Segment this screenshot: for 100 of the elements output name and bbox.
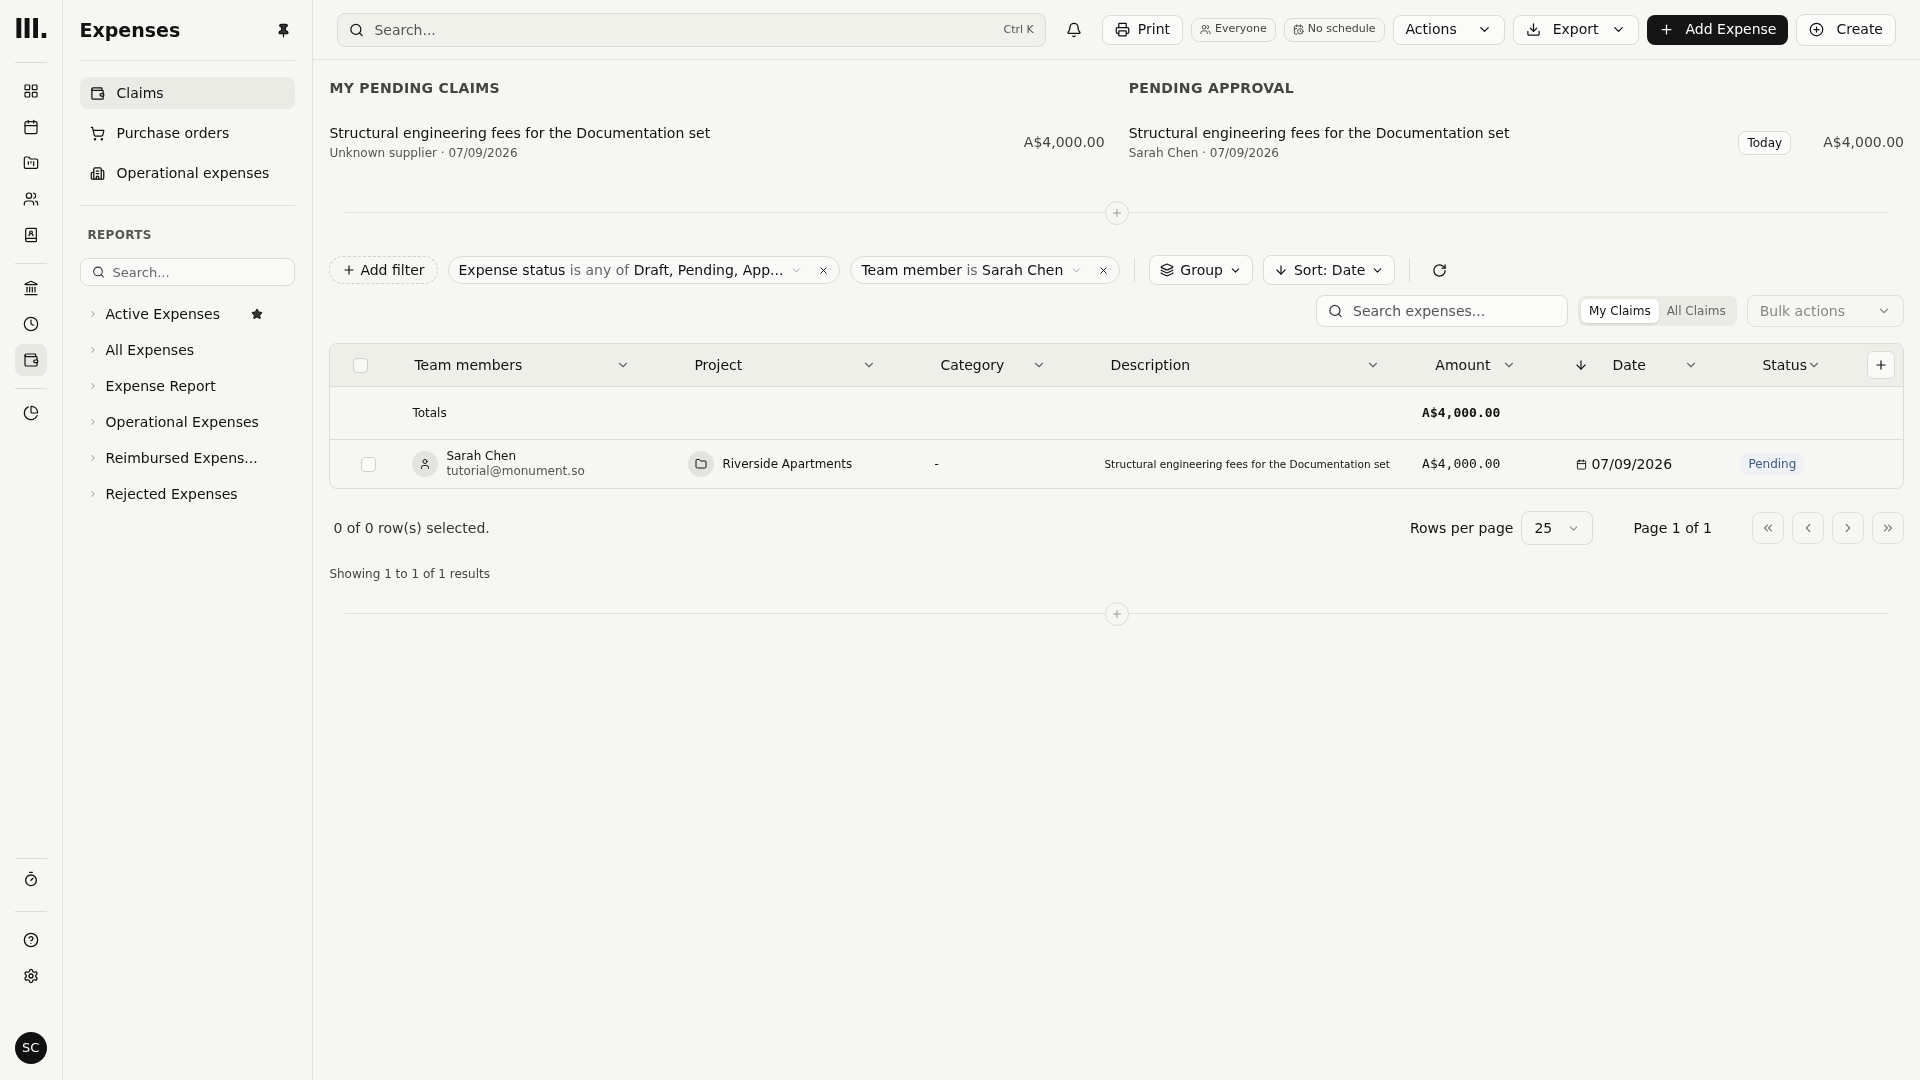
close-icon[interactable] <box>818 264 830 276</box>
last-page-icon <box>1881 521 1895 535</box>
sidebar-title: Expenses <box>79 17 181 43</box>
layers-icon <box>1160 263 1175 277</box>
column-header[interactable]: Team members <box>414 354 523 376</box>
member-email: tutorial@monument.so <box>446 464 585 479</box>
notification-icon[interactable] <box>1065 21 1082 38</box>
wallet-icon <box>89 85 105 101</box>
pie-chart-icon <box>22 405 39 421</box>
help-icon[interactable] <box>22 932 39 948</box>
star-icon[interactable] <box>251 308 264 320</box>
users-icon <box>22 191 39 207</box>
section-heading: MY PENDING CLAIMS <box>329 79 501 98</box>
group-button[interactable]: Group <box>1149 255 1253 285</box>
user-avatar[interactable]: SC <box>14 1032 47 1064</box>
search-icon <box>91 265 105 279</box>
plus-icon <box>1874 358 1888 372</box>
claim-title[interactable]: Structural engineering fees for the Documentation set <box>1128 123 1739 144</box>
clock-icon <box>22 316 39 332</box>
sidebar-item[interactable]: Purchase orders <box>79 117 296 149</box>
sidebar-item[interactable]: Claims <box>79 77 296 109</box>
folder-icon <box>22 155 39 171</box>
plus-icon <box>342 263 357 277</box>
column-header[interactable]: Amount <box>1435 354 1491 376</box>
select-all-checkbox[interactable] <box>353 357 369 373</box>
contact-book-icon <box>22 227 39 243</box>
folder-icon <box>688 451 715 477</box>
reset-icon[interactable] <box>1432 262 1448 278</box>
add-column-button[interactable] <box>1867 351 1895 379</box>
calendar-clock-icon <box>1292 24 1304 35</box>
totals-amount: A$4,000.00 <box>1422 404 1501 423</box>
avatar-icon <box>412 451 439 477</box>
close-icon[interactable] <box>1098 264 1110 276</box>
search-field[interactable]: Search... <box>79 258 296 286</box>
report-item[interactable]: Expense Report <box>105 375 216 397</box>
selection-count: 0 of 0 row(s) selected. <box>332 518 490 538</box>
create-button[interactable]: Create <box>1796 13 1896 46</box>
actions-button[interactable]: Actions <box>1392 14 1505 45</box>
shortcut-hint: Ctrl K <box>1003 21 1034 38</box>
page-indicator: Page 1 of 1 <box>1633 518 1712 538</box>
category-cell: - <box>934 457 939 471</box>
claim-meta: Sarah Chen · 07/09/2026 <box>1128 145 1280 162</box>
export-button[interactable]: Export <box>1512 14 1639 45</box>
claim-amount: A$4,000.00 <box>1023 133 1105 152</box>
column-header[interactable]: Project <box>694 354 743 376</box>
schedule-button[interactable]: No schedule <box>1283 17 1385 42</box>
app-logo[interactable]: III. <box>13 16 48 42</box>
amount-cell-text: A$4,000.00 <box>1422 455 1501 474</box>
calendar-icon <box>1576 458 1588 470</box>
printer-icon <box>1114 22 1130 37</box>
timer-icon[interactable] <box>22 871 39 887</box>
section-heading: PENDING APPROVAL <box>1128 79 1296 98</box>
rail-button[interactable] <box>14 344 47 376</box>
claim-title[interactable]: Structural engineering fees for the Documentation set <box>329 123 1024 144</box>
print-button[interactable]: Print <box>1101 14 1184 45</box>
users-icon <box>1200 24 1212 35</box>
wallet-icon <box>22 352 39 368</box>
report-item[interactable]: Operational Expenses <box>105 411 259 433</box>
claim-amount: A$4,000.00 <box>1823 133 1904 152</box>
plus-icon <box>1658 22 1674 37</box>
plus-circle-icon <box>1809 22 1825 37</box>
column-header[interactable]: Status <box>1762 354 1807 376</box>
section-heading: REPORTS <box>86 227 153 244</box>
add-expense-button[interactable]: Add Expense <box>1646 14 1789 45</box>
pagination-button[interactable] <box>1872 512 1904 544</box>
claim-meta: Unknown supplier · 07/09/2026 <box>329 145 519 162</box>
plus-icon <box>1110 207 1123 219</box>
settings-icon[interactable] <box>22 968 39 984</box>
grid-icon <box>22 83 39 99</box>
report-item[interactable]: Rejected Expenses <box>105 483 238 505</box>
claims-toggle[interactable]: All Claims <box>1658 299 1734 323</box>
report-item[interactable]: Reimbursed Expens... <box>105 447 258 469</box>
date-cell-text: 07/09/2026 <box>1591 454 1673 474</box>
column-header[interactable]: Description <box>1110 354 1191 376</box>
pin-icon[interactable] <box>276 22 292 38</box>
column-header[interactable]: Category <box>940 354 1005 376</box>
bank-icon <box>22 280 39 296</box>
column-header[interactable]: Date <box>1612 354 1646 376</box>
date-badge: Today <box>1738 130 1792 155</box>
calendar-icon <box>22 119 39 135</box>
description-cell: Structural engineering fees for the Documentation set <box>1104 458 1390 470</box>
pagination-button[interactable] <box>1752 512 1784 544</box>
status-badge: Pending <box>1740 453 1805 475</box>
row-checkbox[interactable] <box>361 456 377 472</box>
building-icon <box>89 165 105 181</box>
sidebar-item[interactable]: Operational expenses <box>79 157 296 189</box>
project-name: Riverside Apartments <box>722 456 853 473</box>
cart-icon <box>89 125 105 141</box>
claims-toggle[interactable]: My Claims <box>1581 299 1659 323</box>
rows-per-page-label: Rows per page <box>1409 518 1514 538</box>
member-name: Sarah Chen <box>446 449 518 464</box>
audience-button[interactable]: Everyone <box>1191 17 1276 42</box>
search-icon <box>1328 303 1343 319</box>
search-field[interactable]: Search expenses... <box>1316 295 1568 327</box>
totals-label: Totals <box>412 406 447 420</box>
sort-button[interactable]: Sort: Date <box>1263 255 1396 285</box>
report-item[interactable]: Active Expenses <box>105 303 220 325</box>
page-size-select[interactable]: 25 <box>1521 511 1594 545</box>
report-item[interactable]: All Expenses <box>105 339 195 361</box>
results-summary: Showing 1 to 1 of 1 results <box>329 566 491 583</box>
